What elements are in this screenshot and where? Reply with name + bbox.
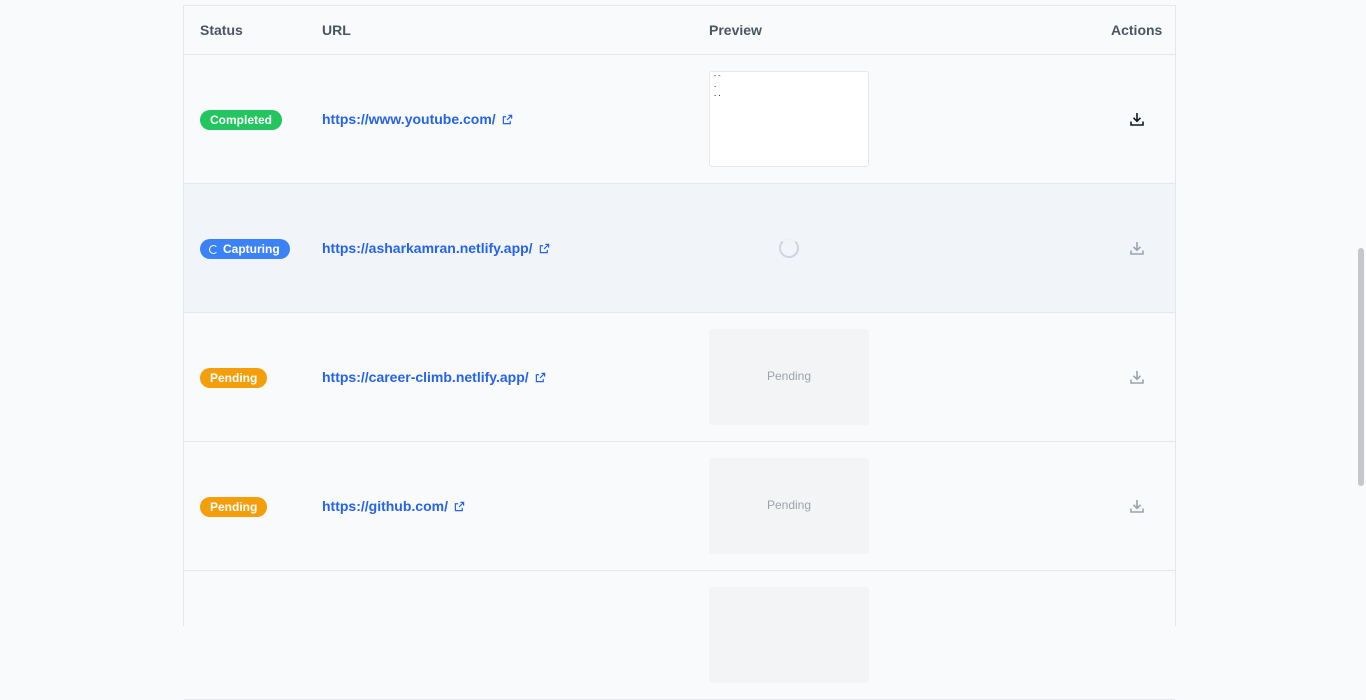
url-text: https://www.youtube.com/ (322, 111, 496, 127)
header-actions: Actions (1111, 22, 1163, 38)
loading-spinner-icon (209, 245, 218, 254)
loading-spinner-icon (779, 238, 799, 258)
download-icon (1130, 371, 1144, 384)
external-link-icon (535, 372, 545, 383)
status-badge: Pending (200, 497, 268, 517)
screenshot-preview: Pending (709, 329, 869, 425)
scrollbar-thumb[interactable] (1358, 248, 1364, 486)
captures-table: Status URL Preview Actions Completed htt… (183, 5, 1176, 700)
preview-line: . (713, 81, 718, 89)
preview-line: .. (713, 90, 722, 98)
preview-pending-text: Pending (766, 498, 812, 512)
screenshot-preview (709, 200, 869, 296)
table-row: Pending https://github.com/ Pending (184, 442, 1175, 571)
preview-pending-text: Pending (766, 369, 812, 383)
preview-thumbnail-content: -- . .. (713, 72, 721, 99)
status-label: Capturing (223, 242, 280, 256)
preview-line: -- (713, 72, 722, 80)
external-link-icon (502, 114, 512, 125)
external-link-icon (454, 501, 465, 512)
table-row (184, 571, 1175, 700)
url-text: https://github.com/ (322, 498, 448, 514)
table-row: Pending https://career-climb.netlify.app… (184, 313, 1175, 442)
download-icon (1130, 500, 1144, 513)
download-icon (1130, 242, 1144, 255)
screenshot-preview (709, 587, 869, 683)
url-text: https://career-climb.netlify.app/ (322, 369, 529, 385)
header-status: Status (200, 22, 243, 38)
url-link[interactable]: https://asharkamran.netlify.app/ (322, 240, 550, 256)
url-link[interactable]: https://www.youtube.com/ (322, 111, 513, 127)
external-link-icon (539, 243, 549, 254)
url-link[interactable]: https://github.com/ (322, 498, 465, 514)
screenshot-preview[interactable]: -- . .. (709, 71, 869, 167)
header-url: URL (322, 22, 351, 38)
header-preview: Preview (709, 22, 762, 38)
table-row: Completed https://www.youtube.com/ -- . … (184, 55, 1175, 184)
page-scrollbar[interactable] (1356, 0, 1366, 602)
screenshot-preview: Pending (709, 458, 869, 554)
status-badge: Pending (200, 368, 268, 388)
url-text: https://asharkamran.netlify.app/ (322, 240, 533, 256)
table-row: Capturing https://asharkamran.netlify.ap… (184, 184, 1175, 313)
status-badge: Completed (200, 110, 283, 130)
download-icon[interactable] (1129, 111, 1145, 127)
status-badge: Capturing (200, 239, 290, 259)
table-header: Status URL Preview Actions (184, 6, 1175, 55)
url-link[interactable]: https://career-climb.netlify.app/ (322, 369, 546, 385)
